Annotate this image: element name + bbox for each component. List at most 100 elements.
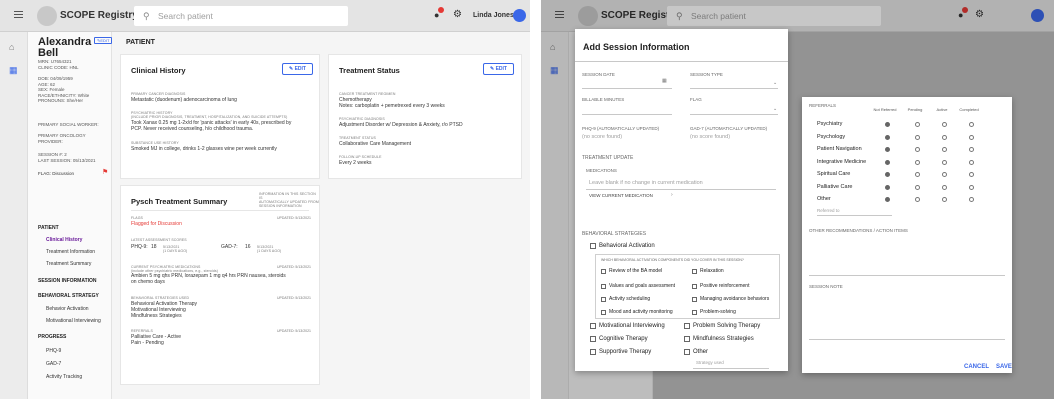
summary-note-3: SESSION INFORMATION — [259, 204, 302, 208]
referral-radio[interactable] — [915, 197, 920, 202]
user-name[interactable]: Linda Jones — [473, 12, 514, 19]
referral-radio[interactable] — [969, 184, 974, 190]
medications-input[interactable]: Leave blank if no change in current medi… — [589, 180, 703, 186]
referral-radio[interactable] — [885, 134, 890, 140]
calendar-icon[interactable]: ▦ — [662, 78, 667, 84]
nav-session-information[interactable]: SESSION INFORMATION — [38, 278, 97, 284]
ba-values-checkbox[interactable]: Values and goals assessment — [601, 283, 675, 289]
search-input[interactable]: Search patient — [158, 11, 213, 21]
referral-radio[interactable] — [942, 147, 947, 152]
referral-row-label: Psychology — [817, 133, 846, 140]
home-icon[interactable]: ⌂ — [9, 42, 14, 52]
referral-radio[interactable] — [969, 147, 974, 152]
referral-radio[interactable] — [969, 172, 974, 177]
supportive-checkbox[interactable]: Supportive Therapy — [590, 349, 651, 355]
mindfulness-checkbox[interactable]: Mindfulness Strategies — [684, 336, 754, 342]
session-type-select[interactable] — [690, 88, 778, 89]
nav-behavioral-strategy[interactable]: BEHAVIORAL STRATEGY — [38, 293, 99, 299]
referral-radio[interactable] — [942, 172, 947, 177]
referral-radio[interactable] — [969, 134, 974, 140]
add-session-panel: SCOPE Registry ⚲ Search patient ● ⚙ ⌂ ▦ … — [541, 0, 1054, 399]
strategy-used-input[interactable]: Strategy used — [696, 360, 724, 365]
ba-review-label: Review of the BA model — [609, 268, 663, 274]
checkbox-box — [692, 283, 697, 289]
flag-icon[interactable]: ⚑ — [102, 168, 108, 176]
flag-label: FLAG — [690, 97, 702, 102]
chevron-right-icon[interactable]: › — [671, 192, 673, 198]
save-button[interactable]: SAVE — [996, 364, 1012, 370]
referral-radio[interactable] — [915, 172, 920, 177]
ba-review-checkbox[interactable]: Review of the BA model — [601, 268, 662, 274]
nav-activity-tracking[interactable]: Activity Tracking — [46, 374, 82, 380]
nav-clinical-history[interactable]: Clinical History — [46, 237, 82, 243]
nav-motivational-interviewing[interactable]: Motivational Interviewing — [46, 318, 101, 324]
avatar[interactable] — [513, 9, 526, 22]
calendar-icon[interactable]: ▦ — [9, 65, 18, 76]
referral-radio[interactable] — [915, 134, 920, 140]
edit-clinical-button[interactable]: ✎ EDIT — [282, 63, 313, 75]
ba-problem-solving-checkbox[interactable]: Problem-solving — [692, 309, 736, 315]
session-note-field[interactable] — [809, 339, 1005, 340]
session-date-field[interactable] — [582, 88, 672, 89]
ba-label: Behavioral Activation — [599, 243, 655, 249]
referral-radio[interactable] — [885, 159, 890, 165]
billable-minutes-field[interactable] — [582, 114, 672, 115]
last-session: LAST SESSION: 05/13/2021 — [38, 157, 96, 163]
gear-icon[interactable]: ⚙ — [453, 9, 462, 20]
referral-radio[interactable] — [942, 159, 947, 165]
edit-status-button[interactable]: ✎ EDIT — [483, 63, 514, 75]
cancel-button[interactable]: CANCEL — [964, 364, 989, 370]
checkbox-box — [692, 268, 697, 274]
cognitive-checkbox[interactable]: Cognitive Therapy — [590, 336, 648, 342]
nav-treatment-summary[interactable]: Treatment Summary — [46, 261, 91, 267]
other-checkbox[interactable]: Other — [684, 349, 708, 355]
referral-radio[interactable] — [915, 122, 920, 127]
referral-radio[interactable] — [885, 122, 890, 127]
referral-radio[interactable] — [942, 184, 947, 190]
ba-scheduling-checkbox[interactable]: Activity scheduling — [601, 296, 650, 302]
nav-patient[interactable]: PATIENT — [38, 225, 59, 231]
nav-progress[interactable]: PROGRESS — [38, 334, 66, 340]
flag-status: FLAG: Discussion — [38, 171, 75, 176]
ba-avoidance-checkbox[interactable]: Managing avoidance behaviors — [692, 296, 769, 302]
flag-select[interactable] — [690, 114, 778, 115]
referral-radio[interactable] — [915, 184, 920, 190]
ba-monitoring-checkbox[interactable]: Mood and activity monitoring — [601, 309, 673, 315]
referral-radio[interactable] — [942, 122, 947, 127]
search-box[interactable]: ⚲ Search patient — [134, 6, 348, 26]
nav-phq9[interactable]: PHQ-9 — [46, 348, 61, 354]
strategies-updated: UPDATED: 5/13/2021 — [277, 296, 311, 300]
referral-radio[interactable] — [942, 134, 947, 140]
referral-radio[interactable] — [969, 122, 974, 127]
other-recommendations-field[interactable] — [809, 275, 1005, 276]
referral-radio[interactable] — [885, 197, 890, 202]
referred-to-input[interactable]: Referred to — [817, 208, 840, 213]
referral-radio[interactable] — [915, 147, 920, 152]
pst-checkbox[interactable]: Problem Solving Therapy — [684, 323, 760, 329]
mi-checkbox[interactable]: Motivational Interviewing — [590, 323, 665, 329]
cancer-dx-label: PRIMARY CANCER DIAGNOSIS — [131, 92, 186, 96]
referral-radio[interactable] — [885, 184, 890, 190]
cancer-dx: Metastatic (duodenum) adenocarcinoma of … — [131, 97, 237, 103]
ba-reinforcement-checkbox[interactable]: Positive reinforcement — [692, 283, 749, 289]
nav-gad7[interactable]: GAD-7 — [46, 361, 61, 367]
referral-radio[interactable] — [885, 172, 890, 177]
nav-behavior-activation[interactable]: Behavior Activation — [46, 306, 89, 312]
main-content: PATIENT Clinical History ✎ EDIT PRIMARY … — [112, 32, 530, 399]
referral-radio[interactable] — [915, 159, 920, 165]
substance-history: Smoked MJ in college, drinks 1-2 glasses… — [131, 146, 277, 152]
referral-radio[interactable] — [942, 197, 947, 202]
cognitive-label: Cognitive Therapy — [599, 336, 648, 342]
menu-icon[interactable] — [14, 11, 23, 18]
referral-radio[interactable] — [969, 197, 974, 202]
edit-patient-button[interactable]: ✎EDIT — [94, 37, 113, 44]
referral-radio[interactable] — [969, 159, 974, 165]
view-medication-button[interactable]: VIEW CURRENT MEDICATION — [589, 193, 653, 198]
chevron-down-icon[interactable]: ⌄ — [773, 80, 777, 86]
chevron-down-icon[interactable]: ⌄ — [773, 106, 777, 112]
ba-relaxation-checkbox[interactable]: Relaxation — [692, 268, 724, 274]
ba-checkbox[interactable]: Behavioral Activation — [590, 243, 655, 249]
ba-problem-solving-label: Problem-solving — [700, 309, 736, 315]
nav-treatment-information[interactable]: Treatment Information — [46, 249, 95, 255]
referral-radio[interactable] — [885, 147, 890, 152]
